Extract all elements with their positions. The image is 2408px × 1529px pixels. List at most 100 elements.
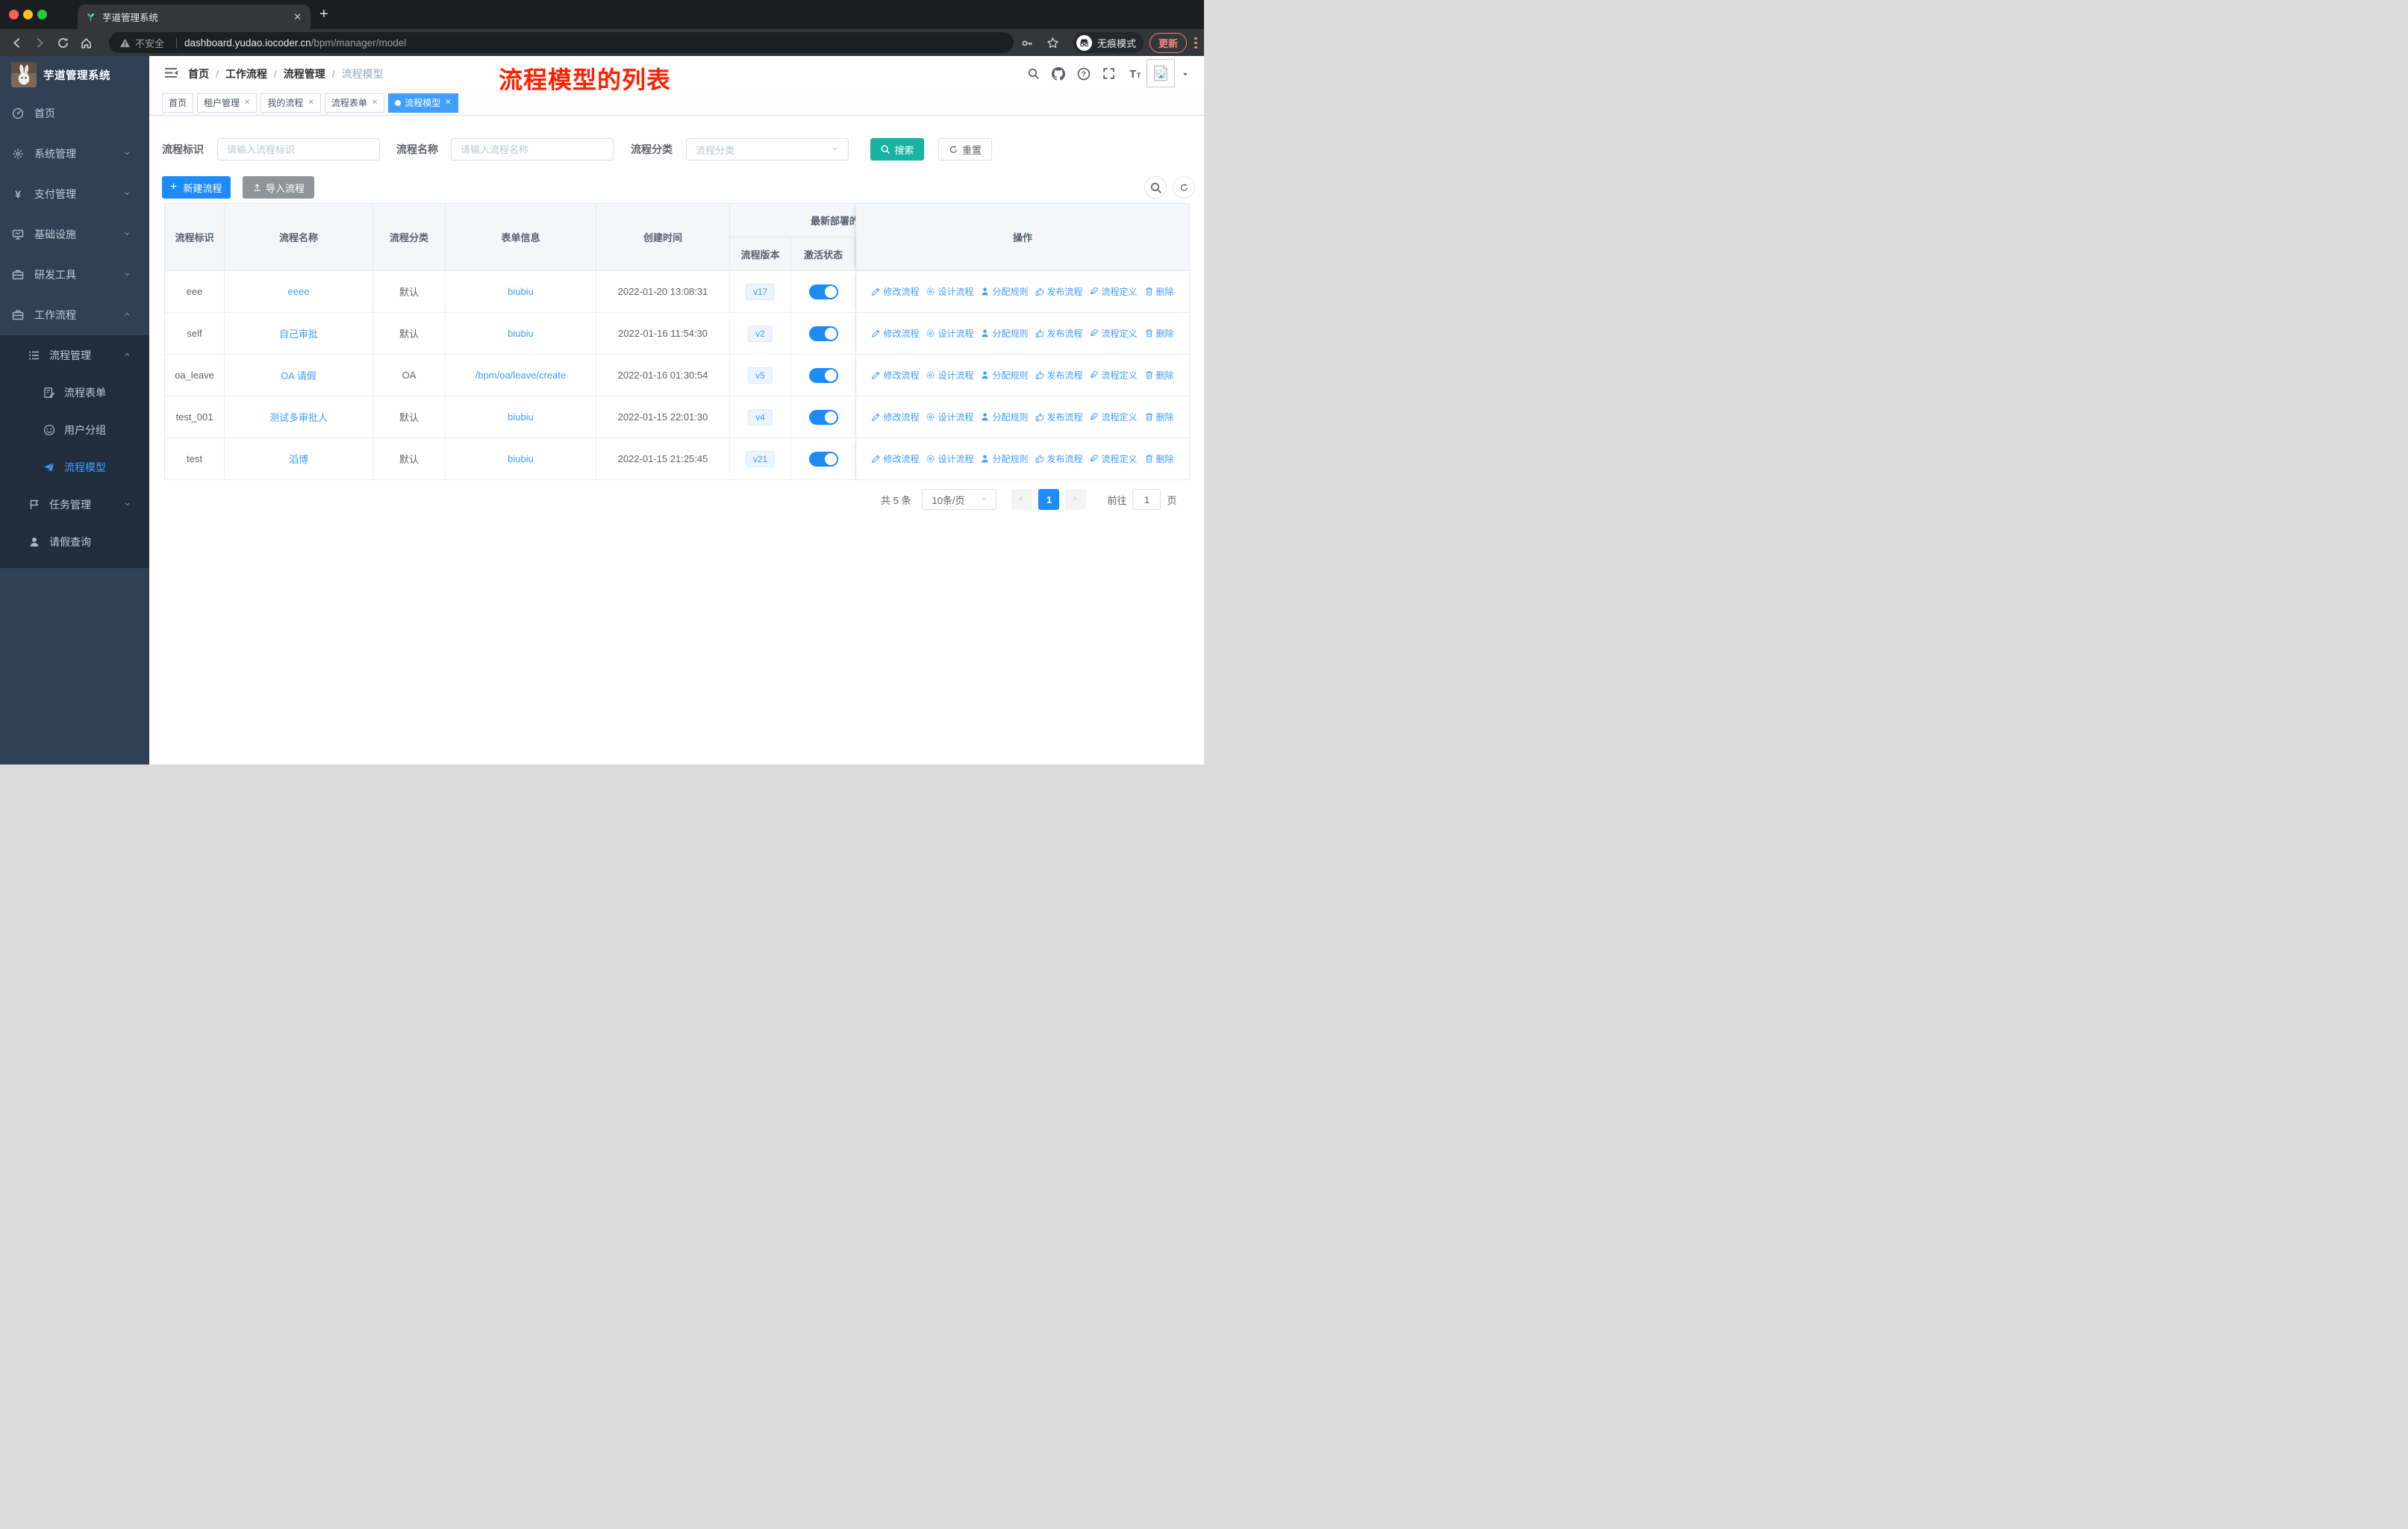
action-修改流程[interactable]: 修改流程	[871, 369, 919, 382]
active-status-toggle[interactable]	[808, 451, 838, 467]
tags-view-tab[interactable]: 首页	[162, 93, 194, 113]
form-info-link[interactable]: biubiu	[508, 453, 534, 464]
active-status-toggle[interactable]	[808, 284, 838, 299]
sidebar-item-研发工具[interactable]: 研发工具	[0, 255, 149, 295]
action-设计流程[interactable]: 设计流程	[926, 411, 973, 423]
action-流程定义[interactable]: 流程定义	[1090, 369, 1138, 382]
action-删除[interactable]: 删除	[1144, 285, 1174, 298]
filter-category-select[interactable]: 流程分类	[686, 138, 849, 161]
fullscreen-icon[interactable]	[1102, 67, 1115, 80]
action-分配规则[interactable]: 分配规则	[980, 452, 1029, 465]
sidebar-item-流程模型[interactable]: 流程模型	[0, 449, 149, 486]
reset-button[interactable]: 重置	[938, 138, 992, 161]
forward-icon[interactable]	[34, 37, 46, 49]
sidebar-item-工作流程[interactable]: 工作流程	[0, 295, 149, 335]
sidebar-item-系统管理[interactable]: 系统管理	[0, 134, 149, 174]
font-size-icon[interactable]: TT	[1128, 67, 1142, 80]
browser-menu-icon[interactable]	[1194, 35, 1197, 51]
action-流程定义[interactable]: 流程定义	[1090, 452, 1138, 465]
version-badge[interactable]: v5	[748, 367, 773, 384]
action-删除[interactable]: 删除	[1144, 411, 1174, 423]
action-发布流程[interactable]: 发布流程	[1035, 369, 1083, 382]
page-size-select[interactable]: 10条/页	[922, 489, 997, 510]
tab-close-icon[interactable]: ✕	[292, 11, 303, 23]
action-删除[interactable]: 删除	[1144, 327, 1174, 340]
new-tab-button[interactable]: +	[319, 6, 328, 23]
action-设计流程[interactable]: 设计流程	[926, 285, 973, 298]
search-button[interactable]: 搜索	[870, 138, 924, 161]
tab-close-icon[interactable]: ✕	[244, 94, 250, 112]
action-设计流程[interactable]: 设计流程	[926, 369, 973, 382]
process-name-link[interactable]: eeee	[288, 286, 310, 297]
action-修改流程[interactable]: 修改流程	[871, 452, 919, 465]
active-status-toggle[interactable]	[808, 409, 838, 425]
action-分配规则[interactable]: 分配规则	[980, 369, 1029, 382]
action-流程定义[interactable]: 流程定义	[1090, 411, 1138, 423]
action-发布流程[interactable]: 发布流程	[1035, 452, 1083, 465]
header-search-icon[interactable]	[1027, 67, 1040, 80]
version-badge[interactable]: v21	[745, 450, 776, 467]
back-icon[interactable]	[10, 37, 23, 49]
page-number-button[interactable]: 1	[1038, 489, 1060, 510]
goto-page-input[interactable]: 1	[1132, 489, 1161, 510]
refresh-table-button[interactable]	[1173, 176, 1195, 199]
breadcrumb-item[interactable]: 首页	[188, 66, 209, 81]
user-avatar[interactable]	[1147, 59, 1175, 87]
url-bar[interactable]: 不安全 dashboard.yudao.iocoder.cn /bpm/mana…	[109, 32, 1014, 53]
github-icon[interactable]	[1052, 67, 1065, 81]
breadcrumb-item[interactable]: 流程管理	[284, 66, 325, 81]
process-name-link[interactable]: 测试多审批人	[269, 410, 328, 424]
form-info-link[interactable]: biubiu	[508, 286, 534, 297]
tags-view-tab[interactable]: 流程模型 ✕	[388, 93, 458, 113]
sidebar-item-请假查询[interactable]: 请假查询	[0, 523, 149, 561]
browser-update-button[interactable]: 更新	[1150, 33, 1188, 53]
action-修改流程[interactable]: 修改流程	[871, 327, 919, 340]
action-流程定义[interactable]: 流程定义	[1090, 327, 1138, 340]
tags-view-tab[interactable]: 租户管理 ✕	[197, 93, 258, 113]
avatar-caret-down-icon[interactable]	[1182, 72, 1191, 79]
tags-view-tab[interactable]: 我的流程 ✕	[261, 93, 321, 113]
process-name-link[interactable]: 自己审批	[279, 326, 318, 340]
sidebar-item-任务管理[interactable]: 任务管理	[0, 486, 149, 523]
prev-page-button[interactable]	[1011, 489, 1033, 510]
zoom-window-button[interactable]	[37, 10, 47, 19]
sidebar-item-基础设施[interactable]: 基础设施	[0, 214, 149, 255]
help-icon[interactable]: ?	[1077, 67, 1091, 81]
sidebar-item-支付管理[interactable]: ¥ 支付管理	[0, 174, 149, 214]
breadcrumb-item[interactable]: 工作流程	[225, 66, 267, 81]
sidebar-logo[interactable]: 芋道管理系统	[0, 56, 149, 93]
sidebar-item-用户分组[interactable]: 用户分组	[0, 411, 149, 449]
filter-id-input[interactable]	[217, 138, 380, 161]
action-分配规则[interactable]: 分配规则	[980, 327, 1029, 340]
home-icon[interactable]	[80, 37, 93, 49]
action-修改流程[interactable]: 修改流程	[871, 411, 919, 423]
action-流程定义[interactable]: 流程定义	[1090, 285, 1138, 298]
bookmark-star-icon[interactable]	[1047, 37, 1059, 49]
filter-name-input[interactable]	[451, 138, 614, 161]
sidebar-item-流程表单[interactable]: 流程表单	[0, 374, 149, 411]
tab-close-icon[interactable]: ✕	[372, 94, 378, 112]
password-key-icon[interactable]	[1021, 37, 1033, 49]
create-process-button[interactable]: 新建流程	[162, 176, 231, 199]
close-window-button[interactable]	[9, 10, 19, 19]
show-search-button[interactable]	[1144, 176, 1167, 199]
browser-tab[interactable]: 芋道管理系统 ✕	[78, 4, 311, 29]
action-发布流程[interactable]: 发布流程	[1035, 411, 1083, 423]
version-badge[interactable]: v17	[745, 283, 776, 300]
form-info-link[interactable]: biubiu	[508, 411, 534, 423]
process-name-link[interactable]: OA 请假	[281, 368, 316, 382]
action-设计流程[interactable]: 设计流程	[926, 327, 973, 340]
tab-close-icon[interactable]: ✕	[308, 94, 314, 112]
action-删除[interactable]: 删除	[1144, 369, 1174, 382]
version-badge[interactable]: v2	[748, 325, 773, 342]
reload-icon[interactable]	[57, 37, 69, 49]
tab-close-icon[interactable]: ✕	[445, 94, 451, 112]
import-process-button[interactable]: 导入流程	[243, 176, 314, 199]
minimize-window-button[interactable]	[23, 10, 33, 19]
form-info-link[interactable]: /bpm/oa/leave/create	[475, 370, 566, 381]
process-name-link[interactable]: 滔博	[289, 452, 308, 466]
action-修改流程[interactable]: 修改流程	[871, 285, 919, 298]
tags-view-tab[interactable]: 流程表单 ✕	[324, 93, 385, 113]
version-badge[interactable]: v4	[748, 408, 773, 426]
form-info-link[interactable]: biubiu	[508, 328, 534, 339]
